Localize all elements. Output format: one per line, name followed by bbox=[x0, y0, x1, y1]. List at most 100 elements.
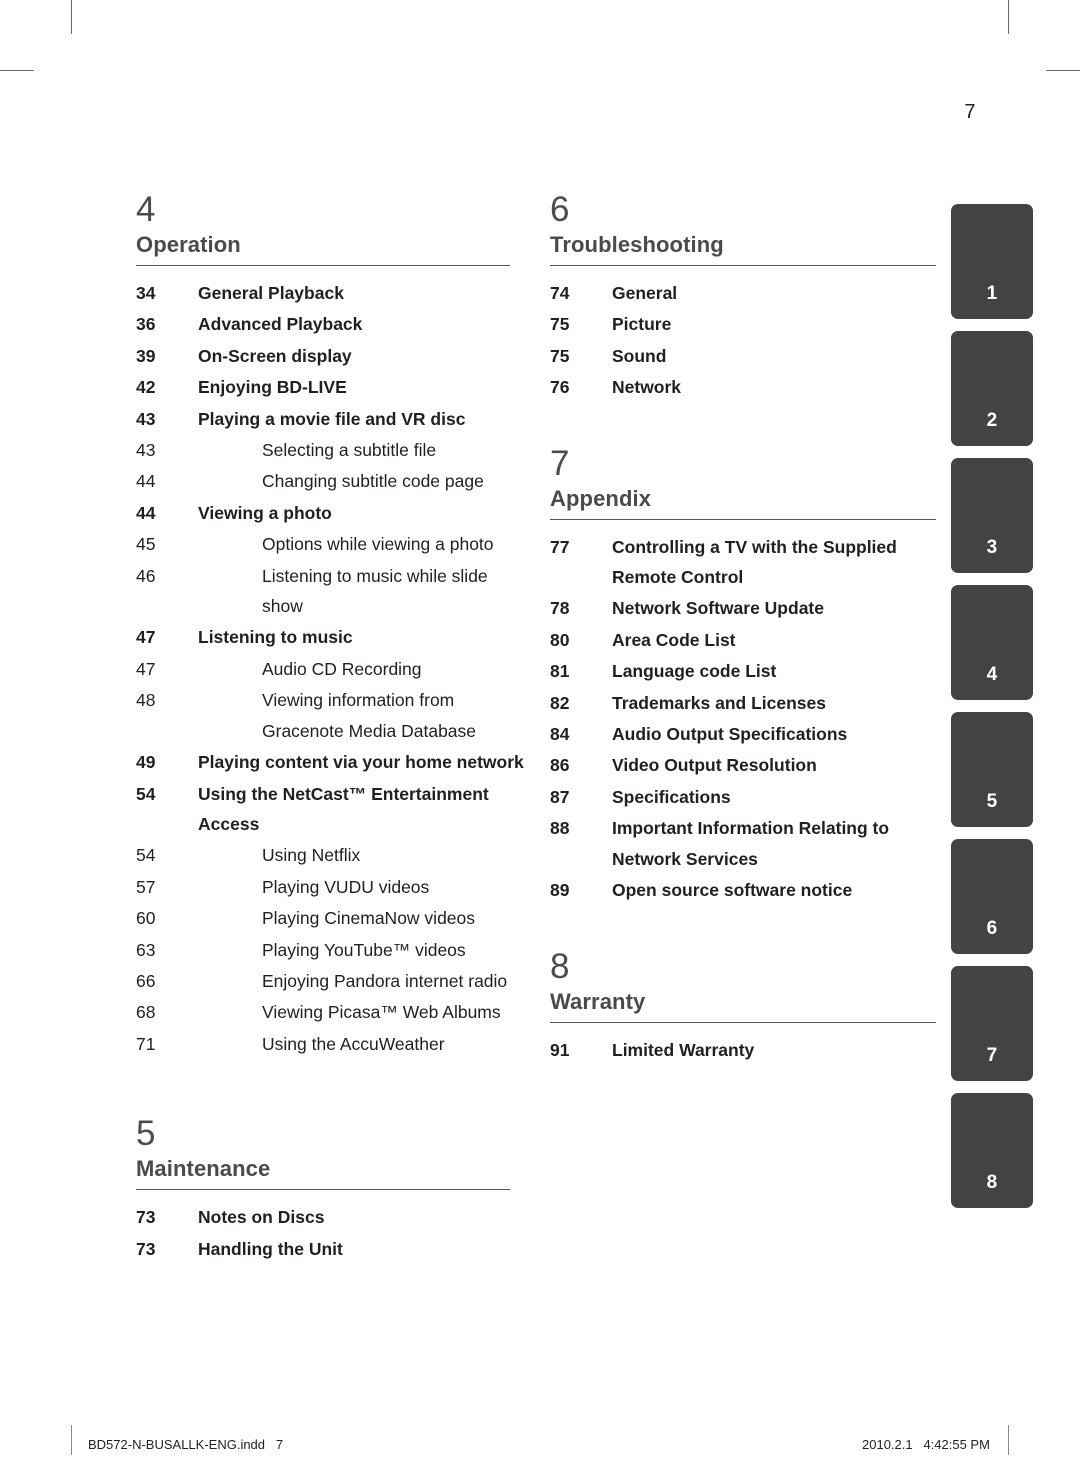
toc-entry-page: 43 bbox=[136, 408, 156, 429]
toc-entry[interactable]: 77 Controlling a TV with the Supplied Rem… bbox=[550, 532, 942, 593]
toc-entry-page: 76 bbox=[550, 377, 570, 398]
toc-entry-label: Audio CD Recording bbox=[262, 658, 422, 679]
toc-entry-page: 57 bbox=[136, 876, 156, 897]
toc-entry[interactable]: 57 Playing VUDU videos bbox=[136, 872, 528, 902]
crop-mark-top-right-horizontal bbox=[1046, 70, 1080, 71]
toc-entry-page: 68 bbox=[136, 1002, 156, 1023]
toc-entry-page: 84 bbox=[550, 724, 570, 745]
toc-entry[interactable]: 44 Changing subtitle code page bbox=[136, 466, 528, 496]
crop-mark-top-right-vertical bbox=[1008, 0, 1009, 34]
chapter-tab-label: 1 bbox=[986, 283, 998, 304]
toc-entry[interactable]: 75 Sound bbox=[550, 341, 942, 371]
toc-entry[interactable]: 66 Enjoying Pandora internet radio bbox=[136, 966, 528, 996]
section-title: Operation bbox=[136, 232, 241, 257]
toc-entry-label: Selecting a subtitle file bbox=[262, 440, 437, 461]
chapter-tab-4[interactable]: 4 bbox=[951, 585, 1033, 700]
chapter-tab-3[interactable]: 3 bbox=[951, 458, 1033, 573]
toc-entry[interactable]: 84 Audio Output Specifications bbox=[550, 719, 942, 749]
chapter-tab-label: 6 bbox=[986, 918, 998, 939]
toc-entry-page: 43 bbox=[136, 440, 156, 461]
toc-entry-label: Enjoying BD-LIVE bbox=[198, 377, 347, 398]
chapter-tab-1[interactable]: 1 bbox=[951, 204, 1033, 319]
toc-entry-label: Viewing information from Gracenote Media… bbox=[262, 690, 477, 741]
toc-entry[interactable]: 47 Audio CD Recording bbox=[136, 654, 528, 684]
toc-entry-page: 47 bbox=[136, 627, 156, 648]
footer-timestamp: 2010.2.1 4:42:55 PM bbox=[862, 1437, 990, 1452]
section-title: Maintenance bbox=[136, 1156, 271, 1182]
toc-entry-page: 39 bbox=[136, 345, 156, 366]
toc-entry-label: Playing content via your home network bbox=[198, 752, 524, 773]
toc-entry-label: Important Information Relating to Networ… bbox=[612, 818, 890, 869]
toc-entry-label: Specifications bbox=[612, 786, 731, 807]
toc-entry[interactable]: 89 Open source software notice bbox=[550, 875, 942, 905]
manual-contents-page: 7 4 Operation 34 General Playback 36 Advanced… bbox=[0, 0, 1080, 1472]
toc-entry[interactable]: 68 Viewing Picasa™ Web Albums bbox=[136, 997, 528, 1027]
toc-entry[interactable]: 45 Options while viewing a photo bbox=[136, 529, 528, 559]
toc-entry-page: 73 bbox=[136, 1207, 156, 1228]
toc-entry[interactable]: 44 Viewing a photo bbox=[136, 498, 528, 528]
toc-entry-label: Playing a movie file and VR disc bbox=[198, 408, 466, 429]
toc-entry[interactable]: 43 Playing a movie file and VR disc bbox=[136, 404, 528, 434]
toc-entry-label: Enjoying Pandora internet radio bbox=[262, 970, 508, 991]
toc-entry-label: Controlling a TV with the Supplied Remot… bbox=[612, 536, 897, 588]
toc-entry[interactable]: 78 Network Software Update bbox=[550, 593, 942, 623]
toc-entry-label: Using the AccuWeather bbox=[262, 1033, 445, 1054]
toc-entry[interactable]: 54 Using the NetCast™ Entertainment Acces… bbox=[136, 779, 528, 840]
toc-entry[interactable]: 88 Important Information Relating to Netw… bbox=[550, 813, 942, 874]
toc-entry[interactable]: 46 Listening to music while slide show bbox=[136, 561, 528, 622]
toc-entry[interactable]: 54 Using Netflix bbox=[136, 840, 528, 870]
toc-entry-label: Sound bbox=[612, 345, 667, 366]
toc-entry[interactable]: 60 Playing CinemaNow videos bbox=[136, 903, 528, 933]
toc-entry[interactable]: 91 Limited Warranty bbox=[550, 1035, 942, 1065]
toc-entry-label: Listening to music bbox=[198, 627, 353, 648]
toc-entry-label: Limited Warranty bbox=[612, 1039, 755, 1060]
chapter-tab-label: 3 bbox=[986, 537, 998, 558]
toc-entry[interactable]: 34 General Playback bbox=[136, 278, 528, 308]
toc-entry[interactable]: 80 Area Code List bbox=[550, 625, 942, 655]
toc-entry[interactable]: 74 General bbox=[550, 278, 942, 308]
toc-entry-page: 89 bbox=[550, 880, 570, 901]
section-rule bbox=[550, 265, 936, 266]
toc-entry-page: 44 bbox=[136, 471, 156, 492]
toc-entry-label: Network bbox=[612, 377, 682, 398]
toc-entry-page: 75 bbox=[550, 314, 570, 335]
toc-entry[interactable]: 63 Playing YouTube™ videos bbox=[136, 935, 528, 965]
toc-entry[interactable]: 86 Video Output Resolution bbox=[550, 750, 942, 780]
toc-entry-label: Area Code List bbox=[612, 629, 736, 650]
toc-entry[interactable]: 43 Selecting a subtitle file bbox=[136, 435, 528, 465]
toc-entry[interactable]: 71 Using the AccuWeather bbox=[136, 1029, 528, 1059]
toc-entry[interactable]: 81 Language code List bbox=[550, 656, 942, 686]
toc-entry-page: 88 bbox=[550, 818, 570, 839]
toc-entry-page: 45 bbox=[136, 534, 156, 555]
toc-entry-page: 46 bbox=[136, 565, 156, 586]
toc-entry[interactable]: 47 Listening to music bbox=[136, 622, 528, 652]
section-title: Troubleshooting bbox=[550, 232, 724, 257]
toc-entry[interactable]: 87 Specifications bbox=[550, 782, 942, 812]
toc-entry[interactable]: 82 Trademarks and Licenses bbox=[550, 688, 942, 718]
chapter-tab-2[interactable]: 2 bbox=[951, 331, 1033, 446]
chapter-tab-8[interactable]: 8 bbox=[951, 1093, 1033, 1208]
section-rule bbox=[136, 1189, 510, 1191]
toc-entry[interactable]: 73 Handling the Unit bbox=[136, 1234, 528, 1264]
toc-entry-label: Language code List bbox=[612, 661, 777, 682]
toc-entry[interactable]: 39 On-Screen display bbox=[136, 341, 528, 371]
toc-entry[interactable]: 36 Advanced Playback bbox=[136, 309, 528, 339]
toc-entry-label: Advanced Playback bbox=[198, 314, 363, 335]
toc-entry-label: Open source software notice bbox=[612, 880, 853, 901]
section-rule bbox=[550, 1021, 936, 1023]
chapter-thumb-tabs: 1 2 3 4 5 6 7 8 bbox=[951, 204, 1033, 1220]
chapter-tab-6[interactable]: 6 bbox=[951, 839, 1033, 954]
toc-entry[interactable]: 75 Picture bbox=[550, 309, 942, 339]
chapter-tab-7[interactable]: 7 bbox=[951, 966, 1033, 1081]
section-number: 7 bbox=[550, 443, 570, 483]
toc-entry[interactable]: 73 Notes on Discs bbox=[136, 1202, 528, 1232]
toc-entry-label: Changing subtitle code page bbox=[262, 471, 484, 492]
toc-entry[interactable]: 48 Viewing information from Gracenote Med… bbox=[136, 685, 528, 746]
toc-entry[interactable]: 49 Playing content via your home network bbox=[136, 747, 528, 777]
toc-entry-page: 60 bbox=[136, 908, 156, 929]
chapter-tab-5[interactable]: 5 bbox=[951, 712, 1033, 827]
toc-entry[interactable]: 42 Enjoying BD-LIVE bbox=[136, 372, 528, 402]
toc-entry[interactable]: 76 Network bbox=[550, 372, 942, 402]
footer-rule-left bbox=[71, 1425, 72, 1455]
